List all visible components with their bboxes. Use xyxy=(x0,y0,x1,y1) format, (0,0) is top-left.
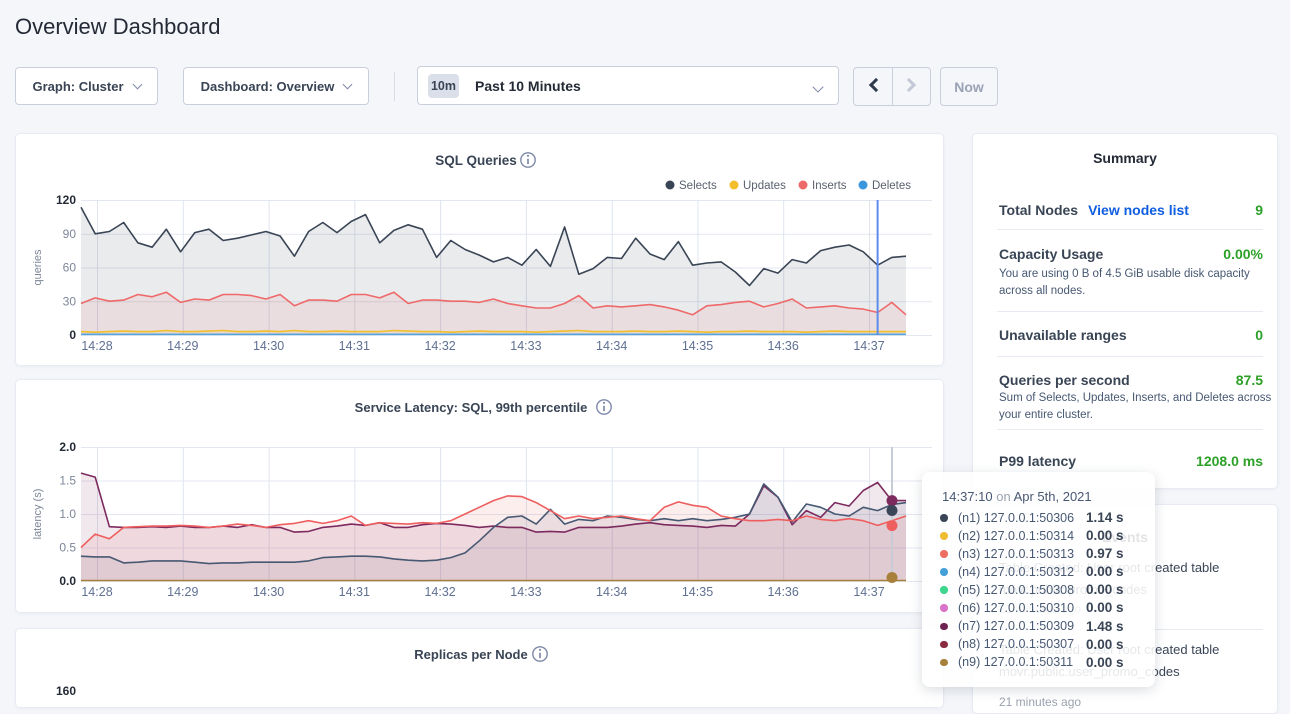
svg-text:120: 120 xyxy=(56,193,76,207)
svg-text:14:33: 14:33 xyxy=(510,339,541,353)
svg-text:14:35: 14:35 xyxy=(682,585,713,599)
svg-text:1.5: 1.5 xyxy=(59,474,76,488)
svg-text:14:36: 14:36 xyxy=(768,585,799,599)
svg-text:Deletes: Deletes xyxy=(872,180,911,192)
svg-text:SQL Queries: SQL Queries xyxy=(435,153,517,168)
svg-text:14:29: 14:29 xyxy=(167,339,198,353)
svg-text:14:34: 14:34 xyxy=(596,585,627,599)
svg-text:14:32: 14:32 xyxy=(424,339,455,353)
svg-text:14:32: 14:32 xyxy=(424,585,455,599)
svg-text:queries: queries xyxy=(32,249,44,286)
svg-text:14:30: 14:30 xyxy=(253,585,284,599)
svg-text:1.0: 1.0 xyxy=(59,507,76,521)
svg-text:14:31: 14:31 xyxy=(339,585,370,599)
svg-text:14:33: 14:33 xyxy=(510,585,541,599)
svg-text:14:30: 14:30 xyxy=(253,339,284,353)
svg-text:160: 160 xyxy=(56,684,76,698)
svg-text:60: 60 xyxy=(63,261,77,275)
svg-text:Service Latency: SQL, 99th per: Service Latency: SQL, 99th percentile xyxy=(355,400,588,415)
svg-text:latency (s): latency (s) xyxy=(32,489,44,540)
svg-text:90: 90 xyxy=(63,227,77,241)
svg-text:14:37: 14:37 xyxy=(853,339,884,353)
svg-text:Selects: Selects xyxy=(679,180,717,192)
svg-text:30: 30 xyxy=(63,294,77,308)
svg-text:14:35: 14:35 xyxy=(682,339,713,353)
svg-text:2.0: 2.0 xyxy=(59,440,76,454)
svg-text:14:29: 14:29 xyxy=(167,585,198,599)
svg-text:14:28: 14:28 xyxy=(81,339,112,353)
svg-text:Replicas per Node: Replicas per Node xyxy=(414,647,527,662)
svg-text:14:31: 14:31 xyxy=(339,339,370,353)
svg-text:14:37: 14:37 xyxy=(853,585,884,599)
svg-text:14:28: 14:28 xyxy=(81,585,112,599)
svg-text:0.5: 0.5 xyxy=(59,541,76,555)
svg-text:Inserts: Inserts xyxy=(812,180,847,192)
svg-text:Updates: Updates xyxy=(743,180,786,192)
svg-text:14:34: 14:34 xyxy=(596,339,627,353)
svg-text:0: 0 xyxy=(69,328,76,342)
svg-text:14:36: 14:36 xyxy=(768,339,799,353)
svg-text:0.0: 0.0 xyxy=(59,574,76,588)
